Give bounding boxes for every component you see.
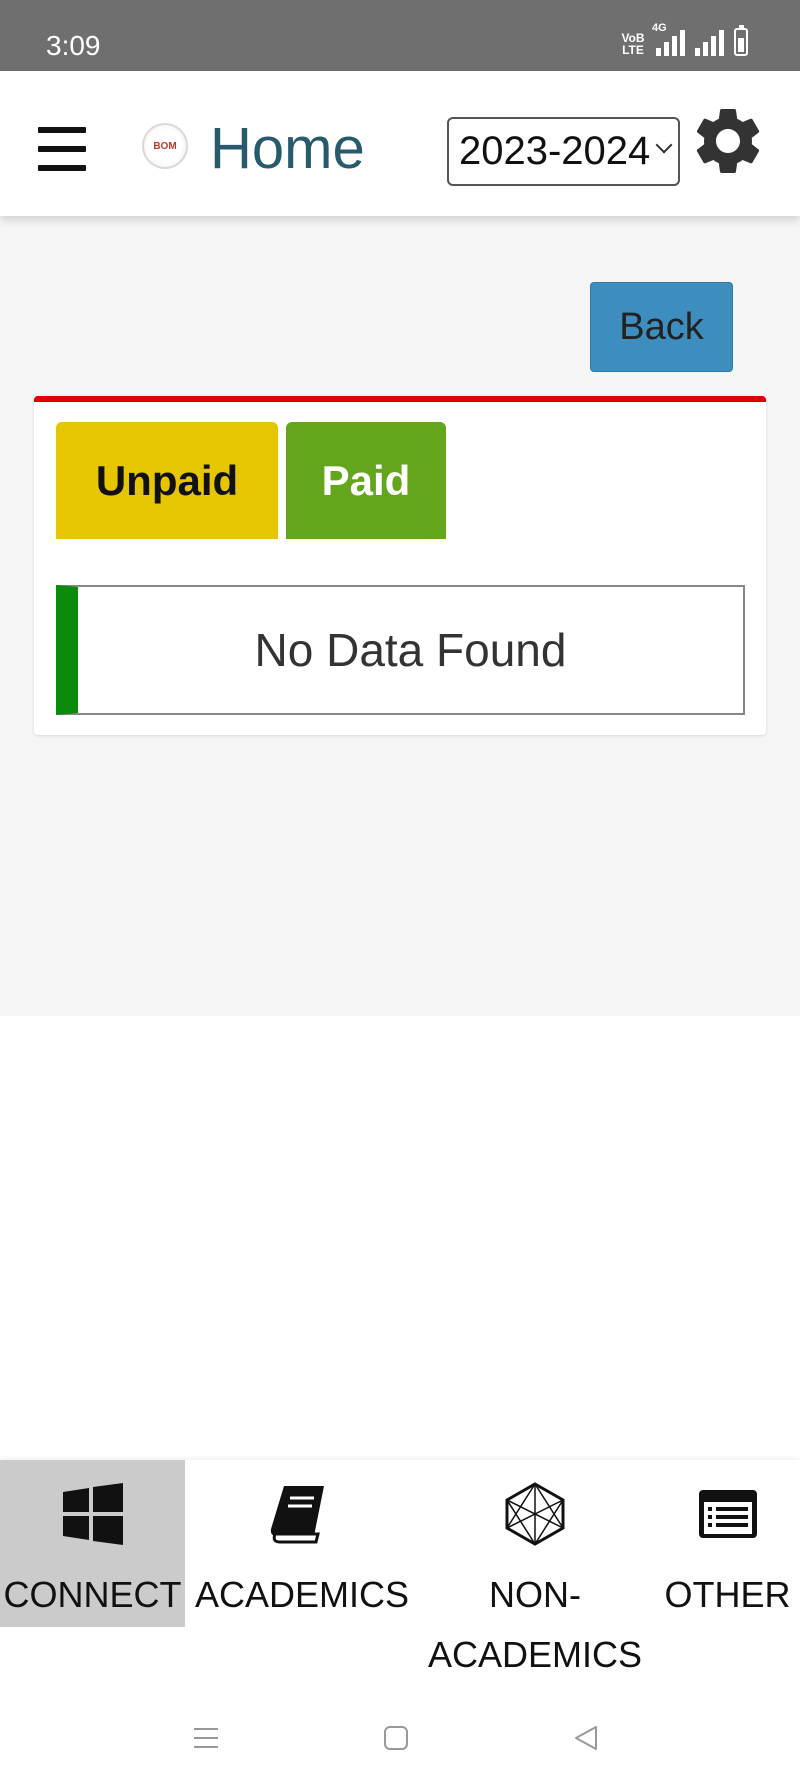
tab-unpaid[interactable]: Unpaid xyxy=(56,422,278,539)
status-bar: 3:09 VoB LTE 4G xyxy=(0,0,800,71)
tab-paid[interactable]: Paid xyxy=(286,422,446,539)
nav-label-connect: CONNECT xyxy=(3,1574,182,1615)
academic-year-select[interactable]: 2023-2024 xyxy=(447,117,680,186)
page-title: Home xyxy=(210,116,365,181)
nav-label-academics: ACADEMICS xyxy=(195,1574,410,1615)
network-type-label: 4G xyxy=(652,22,667,34)
nav-label-other: OTHER xyxy=(664,1574,791,1615)
main-content: Back Unpaid Paid No Data Found xyxy=(0,216,800,1016)
nav-item-connect[interactable]: CONNECT xyxy=(0,1460,185,1627)
status-time: 3:09 xyxy=(46,30,101,61)
home-square-icon[interactable] xyxy=(380,1722,412,1754)
settings-gear-icon[interactable] xyxy=(688,101,768,181)
signal-icon: 4G xyxy=(652,22,685,56)
nav-item-non-academics[interactable]: NON- ACADEMICS xyxy=(420,1460,650,1675)
recent-apps-menu-icon[interactable] xyxy=(190,1722,222,1754)
school-logo: BOM xyxy=(142,123,188,169)
hamburger-menu-icon[interactable] xyxy=(38,127,86,171)
battery-icon xyxy=(734,25,748,56)
list-icon xyxy=(698,1490,757,1538)
fees-card: Unpaid Paid No Data Found xyxy=(34,396,766,735)
chevron-down-icon xyxy=(655,136,673,154)
app-header: BOM Home 2023-2024 xyxy=(0,71,800,216)
signal-icon-2 xyxy=(695,30,724,56)
bottom-navigation: CONNECT ACADEMICS NON- ACADEMICS OTHER xyxy=(0,1460,800,1690)
back-button[interactable]: Back xyxy=(590,282,733,372)
book-icon xyxy=(270,1486,324,1544)
windows-icon xyxy=(62,1483,123,1545)
back-triangle-icon[interactable] xyxy=(570,1722,602,1754)
nav-item-academics[interactable]: ACADEMICS xyxy=(195,1460,410,1627)
nav-label-non-academics: NON- ACADEMICS xyxy=(427,1574,643,1675)
volte-icon: VoB LTE xyxy=(621,31,645,57)
academic-year-value: 2023-2024 xyxy=(459,129,651,173)
empty-state-message: No Data Found xyxy=(56,585,745,715)
status-icons: VoB LTE 4G xyxy=(620,22,748,57)
system-navigation-bar xyxy=(0,1690,800,1787)
network-hexagon-icon xyxy=(505,1482,565,1546)
nav-item-other[interactable]: OTHER xyxy=(655,1460,800,1627)
